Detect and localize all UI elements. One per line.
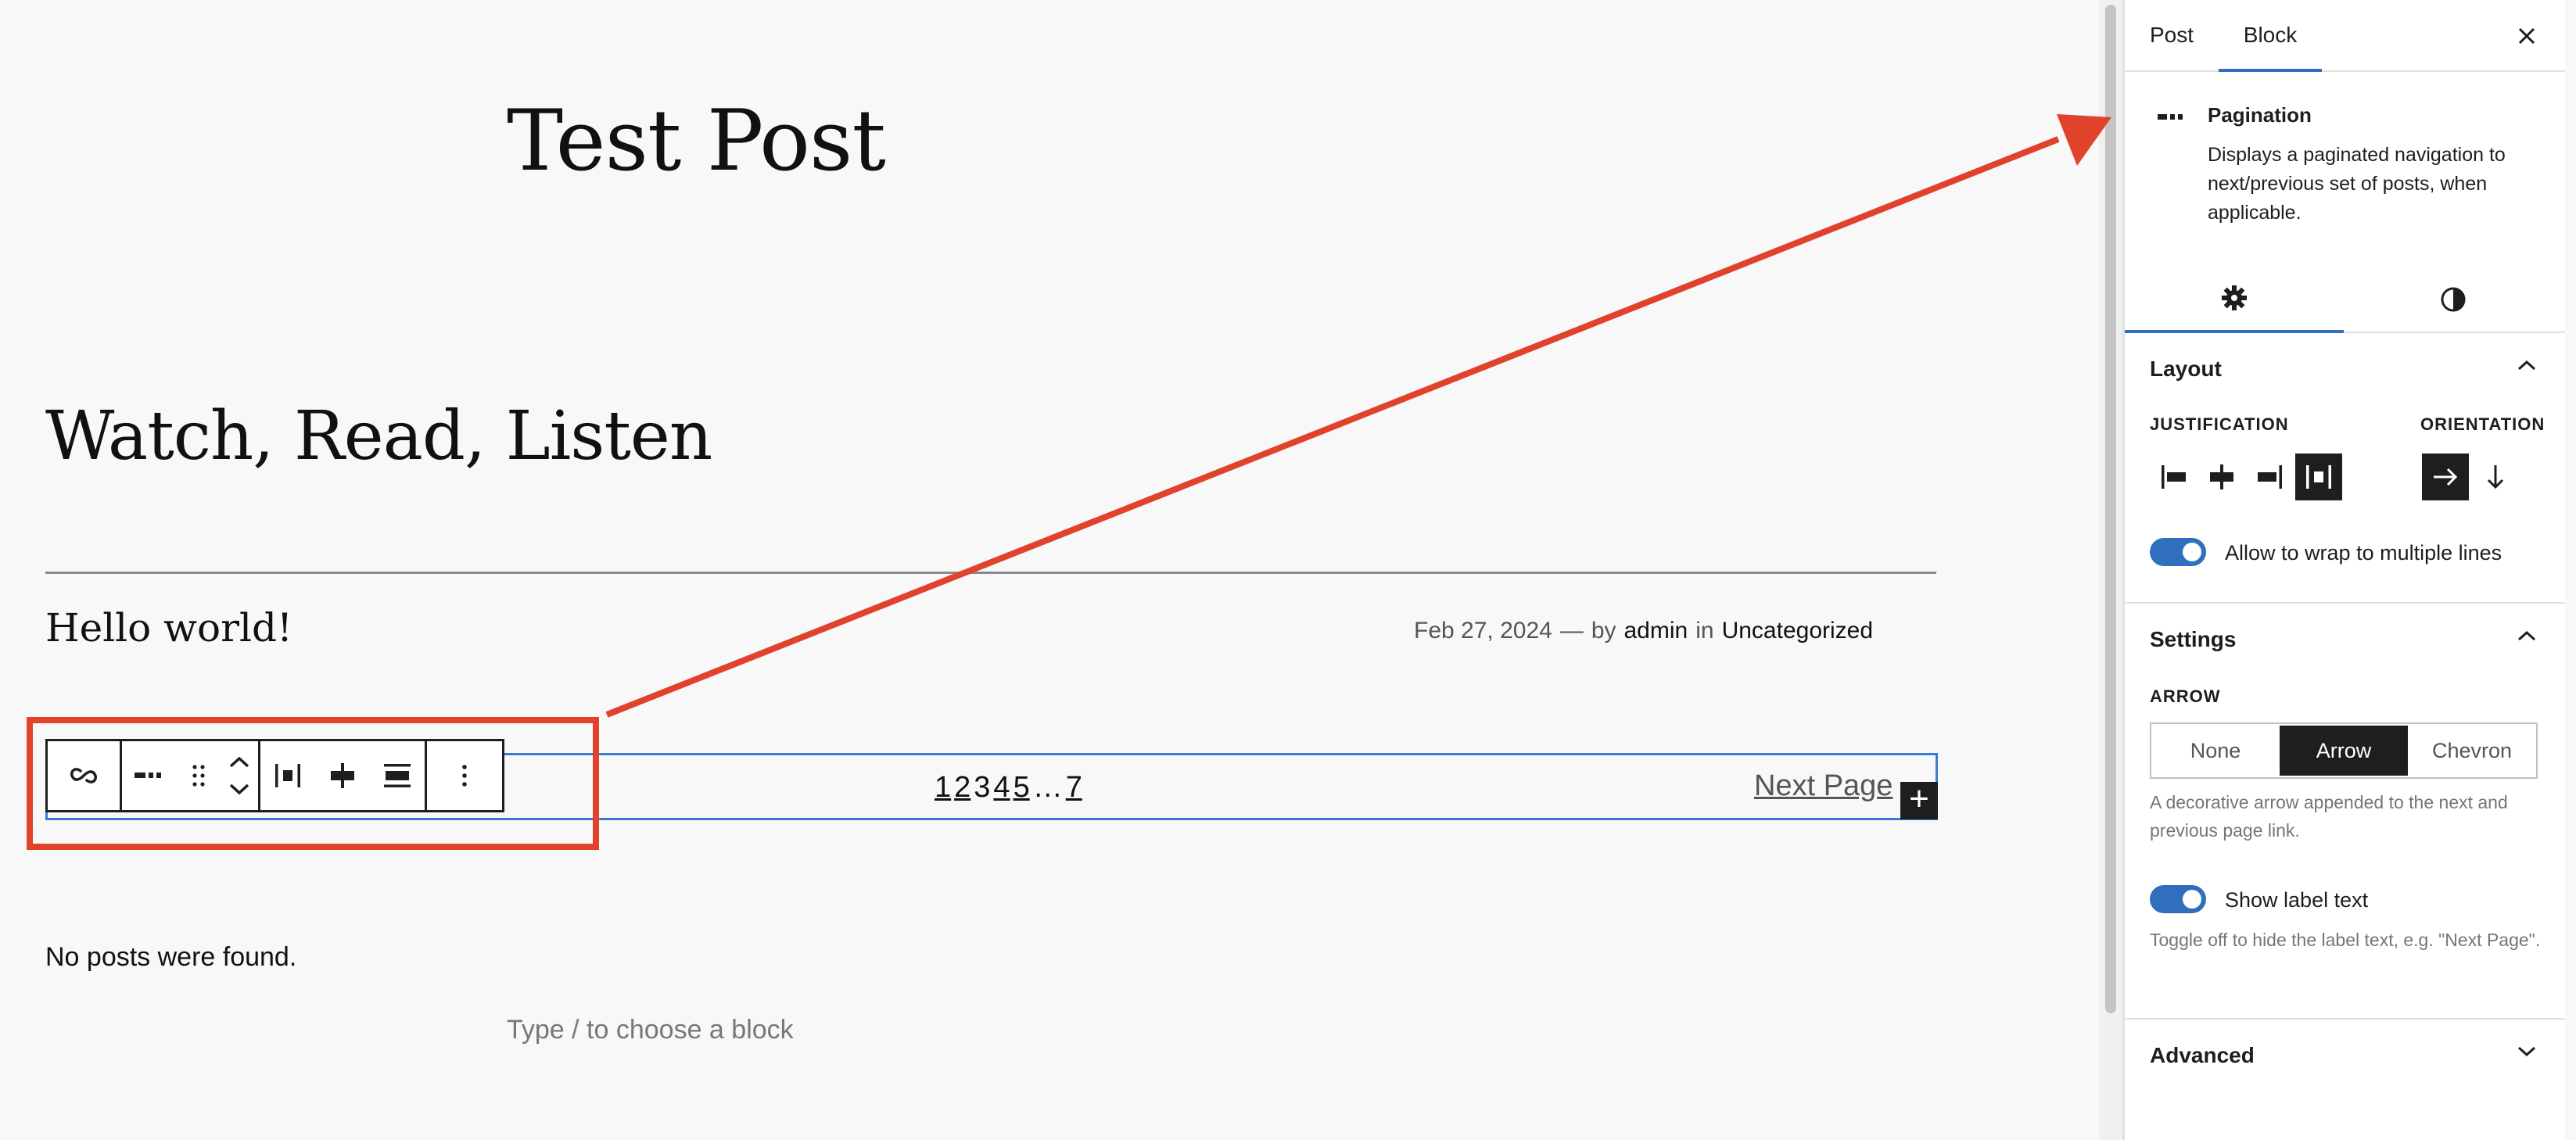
block-appender-placeholder[interactable]: Type / to choose a block xyxy=(507,1015,794,1045)
meta-by: by xyxy=(1591,618,1616,643)
arrow-label: Arrow xyxy=(2150,687,2221,706)
arrow-segmented-control: None Arrow Chevron xyxy=(2150,722,2538,779)
close-icon[interactable] xyxy=(2511,20,2542,52)
tab-post[interactable]: Post xyxy=(2150,0,2194,72)
show-label-help-text: Toggle off to hide the label text, e.g. … xyxy=(2150,930,2541,950)
page-number[interactable]: 1 xyxy=(935,771,951,805)
pagination-icon xyxy=(2158,111,2184,125)
page-number[interactable]: 5 xyxy=(1014,771,1030,805)
justification-label: Justification xyxy=(2150,414,2289,434)
justify-right-icon[interactable] xyxy=(2247,453,2294,500)
tab-block[interactable]: Block xyxy=(2219,0,2322,72)
arrow-help-text: A decorative arrow appended to the next … xyxy=(2150,792,2508,841)
settings-panel: Settings Arrow None Arrow Chevron A deco… xyxy=(2125,604,2565,1020)
justification-buttons xyxy=(2150,453,2342,500)
block-card-description: Displays a paginated navigation to next/… xyxy=(2208,144,2506,224)
page-number[interactable]: 2 xyxy=(954,771,970,805)
arrow-option-arrow[interactable]: Arrow xyxy=(2280,726,2408,776)
justify-left-icon[interactable] xyxy=(2150,453,2197,500)
separator xyxy=(45,572,1936,574)
wrap-toggle[interactable] xyxy=(2150,538,2206,566)
annotation-highlight-box xyxy=(27,717,599,850)
show-label-toggle-label: Show label text xyxy=(2225,888,2369,912)
canvas-scrollbar[interactable] xyxy=(2099,0,2122,1140)
post-title[interactable]: Test Post xyxy=(507,92,886,190)
show-label-toggle[interactable] xyxy=(2150,885,2206,913)
sidebar-header: Post Block xyxy=(2125,0,2565,72)
justify-space-between-icon[interactable] xyxy=(2295,453,2342,500)
settings-gear-icon[interactable] xyxy=(2125,266,2344,333)
block-card: Pagination Displays a paginated navigati… xyxy=(2125,72,2565,277)
page-ellipsis: … xyxy=(1032,771,1063,804)
advanced-panel: Advanced xyxy=(2125,1020,2565,1095)
arrow-right-icon[interactable] xyxy=(2422,453,2469,500)
styles-contrast-icon[interactable] xyxy=(2344,266,2563,333)
advanced-panel-title[interactable]: Advanced xyxy=(2150,1043,2255,1068)
chevron-up-icon[interactable] xyxy=(2517,360,2536,375)
arrow-option-chevron[interactable]: Chevron xyxy=(2408,724,2536,777)
page-number-current: 3 xyxy=(974,771,991,804)
orientation-label: Orientation xyxy=(2420,414,2546,434)
post-author[interactable]: admin xyxy=(1624,618,1688,644)
settings-panel-title[interactable]: Settings xyxy=(2150,627,2236,652)
meta-dash: — xyxy=(1559,618,1584,643)
scrollbar-thumb[interactable] xyxy=(2105,5,2116,1013)
editor-canvas: Test Post Watch, Read, Listen Hello worl… xyxy=(0,0,2099,1140)
post-item-title[interactable]: Hello world! xyxy=(45,605,292,651)
pagination-next-link[interactable]: Next Page xyxy=(1754,769,1893,803)
page-number[interactable]: 4 xyxy=(993,771,1010,805)
inspector-tabs xyxy=(2125,266,2565,333)
post-meta: Feb 27, 2024 — by admin in Uncategorized xyxy=(1414,618,1873,644)
layout-panel: Layout Justification Orientation xyxy=(2125,333,2565,604)
arrow-down-icon[interactable] xyxy=(2472,453,2519,500)
post-date: Feb 27, 2024 xyxy=(1414,618,1552,643)
page-number[interactable]: 7 xyxy=(1066,771,1082,805)
block-inserter-button[interactable]: + xyxy=(1900,782,1938,819)
justify-center-icon[interactable] xyxy=(2198,453,2245,500)
block-card-title: Pagination xyxy=(2208,103,2312,127)
pagination-numbers: 1 2 3 4 5 … 7 xyxy=(935,771,1082,805)
meta-in: in xyxy=(1695,618,1714,643)
orientation-buttons xyxy=(2422,453,2519,500)
chevron-down-icon[interactable] xyxy=(2517,1046,2536,1061)
chevron-up-icon[interactable] xyxy=(2517,630,2536,645)
section-heading[interactable]: Watch, Read, Listen xyxy=(45,397,712,475)
no-posts-message: No posts were found. xyxy=(45,942,297,972)
settings-sidebar: Post Block Pagination Displays a paginat… xyxy=(2122,0,2565,1140)
wrap-toggle-label: Allow to wrap to multiple lines xyxy=(2225,541,2502,565)
layout-panel-title[interactable]: Layout xyxy=(2150,357,2222,382)
arrow-option-none[interactable]: None xyxy=(2151,724,2280,777)
post-category[interactable]: Uncategorized xyxy=(1722,618,1873,644)
